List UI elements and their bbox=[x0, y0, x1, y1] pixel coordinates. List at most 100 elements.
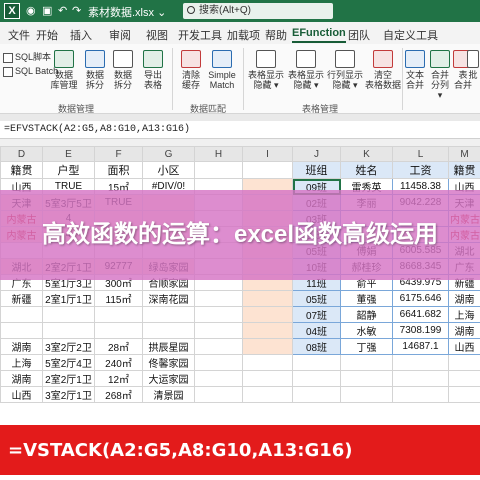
table-cell[interactable] bbox=[94, 322, 143, 339]
table-cell[interactable] bbox=[194, 370, 243, 387]
table-cell[interactable] bbox=[392, 386, 449, 403]
column-header[interactable]: K bbox=[340, 146, 393, 162]
column-header[interactable]: E bbox=[42, 146, 95, 162]
table-cell[interactable]: 水敏 bbox=[340, 322, 393, 339]
tab-help[interactable]: 帮助 bbox=[265, 27, 287, 43]
table-cell[interactable] bbox=[340, 386, 393, 403]
table-cell[interactable]: 6641.682 bbox=[392, 306, 449, 323]
table-cell[interactable] bbox=[242, 322, 293, 339]
table-cell[interactable]: 董强 bbox=[340, 290, 393, 307]
table-cell[interactable] bbox=[242, 161, 293, 179]
table-cell[interactable]: 姓名 bbox=[340, 161, 393, 179]
table-cell[interactable] bbox=[194, 338, 243, 355]
table-cell[interactable]: 115㎡ bbox=[94, 290, 143, 307]
table-cell[interactable]: 丁强 bbox=[340, 338, 393, 355]
table-cell[interactable]: 268㎡ bbox=[94, 386, 143, 403]
table-cell[interactable]: 拱辰星园 bbox=[142, 338, 195, 355]
table-cell[interactable]: 6175.646 bbox=[392, 290, 449, 307]
save-icon[interactable]: ▣ bbox=[42, 4, 52, 17]
tab-review[interactable]: 审阅 bbox=[109, 27, 131, 43]
table-cell[interactable] bbox=[42, 306, 95, 323]
tab-home[interactable]: 开始 bbox=[36, 27, 58, 43]
table-cell[interactable]: 籍贯 bbox=[448, 161, 480, 179]
clear-cache-button[interactable]: 清除 缓存 bbox=[178, 50, 204, 90]
table-cell[interactable]: 新疆 bbox=[0, 290, 43, 307]
table-cell[interactable]: 户型 bbox=[42, 161, 95, 179]
table-cell[interactable] bbox=[194, 161, 243, 179]
table-cell[interactable] bbox=[194, 322, 243, 339]
table-cell[interactable] bbox=[392, 354, 449, 371]
search-box[interactable]: 搜索(Alt+Q) bbox=[183, 3, 333, 19]
table-cell[interactable]: 240㎡ bbox=[94, 354, 143, 371]
row-col-show-hide-button[interactable]: 行列显示 隐藏 ▾ bbox=[326, 50, 364, 90]
table-cell[interactable]: 山西 bbox=[0, 386, 43, 403]
undo-icon[interactable]: ↶ bbox=[58, 4, 67, 17]
merge-split-button[interactable]: 合并 分列 ▾ bbox=[428, 50, 452, 100]
table-cell[interactable]: 湖南 bbox=[448, 290, 480, 307]
column-header[interactable]: J bbox=[292, 146, 341, 162]
data-split-button-2[interactable]: 数据 拆分 bbox=[110, 50, 136, 90]
table-cell[interactable]: 湖南 bbox=[0, 338, 43, 355]
table-cell[interactable]: 上海 bbox=[0, 354, 43, 371]
table-cell[interactable] bbox=[340, 354, 393, 371]
table-cell[interactable]: 班组 bbox=[292, 161, 341, 179]
table-cell[interactable]: 04班 bbox=[292, 322, 341, 339]
tab-developer[interactable]: 开发工具 bbox=[178, 27, 222, 43]
table-cell[interactable] bbox=[94, 306, 143, 323]
table-cell[interactable]: 深南花园 bbox=[142, 290, 195, 307]
table-show-hide-button[interactable]: 表格显示 隐藏 ▾ bbox=[247, 50, 285, 90]
table-cell[interactable] bbox=[142, 322, 195, 339]
table-cell[interactable] bbox=[242, 354, 293, 371]
table-cell[interactable] bbox=[292, 386, 341, 403]
formula-bar[interactable]: =EFVSTACK(A2:G5,A8:G10,A13:G16) bbox=[0, 121, 480, 139]
table-cell[interactable] bbox=[242, 338, 293, 355]
column-header[interactable]: H bbox=[194, 146, 243, 162]
table-cell[interactable] bbox=[42, 322, 95, 339]
table-cell[interactable] bbox=[292, 370, 341, 387]
table-cell[interactable]: 05班 bbox=[292, 290, 341, 307]
tab-view[interactable]: 视图 bbox=[146, 27, 168, 43]
column-header[interactable]: G bbox=[142, 146, 195, 162]
table-cell[interactable]: 28㎡ bbox=[94, 338, 143, 355]
column-header[interactable]: I bbox=[242, 146, 293, 162]
table-cell[interactable]: 工资 bbox=[392, 161, 449, 179]
table-cell[interactable] bbox=[194, 354, 243, 371]
table-cell[interactable] bbox=[0, 322, 43, 339]
table-show-hide-button-2[interactable]: 表格显示 隐藏 ▾ bbox=[287, 50, 325, 90]
column-header[interactable]: M bbox=[448, 146, 480, 162]
table-cell[interactable] bbox=[194, 386, 243, 403]
sql-script-button[interactable]: SQL脚本 bbox=[3, 50, 51, 63]
text-merge-button[interactable]: 文本 合并 bbox=[404, 50, 426, 90]
data-split-button[interactable]: 数据 拆分 bbox=[82, 50, 108, 90]
table-cell[interactable]: 5室2厅4卫 bbox=[42, 354, 95, 371]
clear-table-data-button[interactable]: 清空 表格数据 bbox=[365, 50, 401, 90]
table-cell[interactable]: 湖南 bbox=[0, 370, 43, 387]
table-cell[interactable]: 佟馨家园 bbox=[142, 354, 195, 371]
table-cell[interactable] bbox=[194, 290, 243, 307]
table-cell[interactable]: 2室1厅1卫 bbox=[42, 290, 95, 307]
file-menu-chevron-icon[interactable]: ⌄ bbox=[157, 7, 166, 19]
table-cell[interactable]: 小区 bbox=[142, 161, 195, 179]
table-cell[interactable] bbox=[448, 386, 480, 403]
batch-button[interactable]: 批 bbox=[466, 50, 480, 80]
table-cell[interactable]: 3室2厅1卫 bbox=[42, 386, 95, 403]
table-cell[interactable]: 08班 bbox=[292, 338, 341, 355]
table-cell[interactable]: 湖南 bbox=[448, 322, 480, 339]
table-cell[interactable]: 面积 bbox=[94, 161, 143, 179]
table-cell[interactable] bbox=[292, 354, 341, 371]
table-cell[interactable] bbox=[448, 354, 480, 371]
table-cell[interactable]: 07班 bbox=[292, 306, 341, 323]
tab-insert[interactable]: 插入 bbox=[70, 27, 92, 43]
tab-team[interactable]: 团队 bbox=[348, 27, 370, 43]
table-cell[interactable] bbox=[340, 370, 393, 387]
table-cell[interactable]: 12㎡ bbox=[94, 370, 143, 387]
table-cell[interactable]: 14687.1 bbox=[392, 338, 449, 355]
column-header[interactable]: L bbox=[392, 146, 449, 162]
table-cell[interactable]: 7308.199 bbox=[392, 322, 449, 339]
table-cell[interactable]: 山西 bbox=[448, 338, 480, 355]
table-cell[interactable]: 籍贯 bbox=[0, 161, 43, 179]
table-cell[interactable] bbox=[242, 306, 293, 323]
table-cell[interactable] bbox=[194, 306, 243, 323]
table-cell[interactable] bbox=[392, 370, 449, 387]
table-cell[interactable] bbox=[0, 306, 43, 323]
